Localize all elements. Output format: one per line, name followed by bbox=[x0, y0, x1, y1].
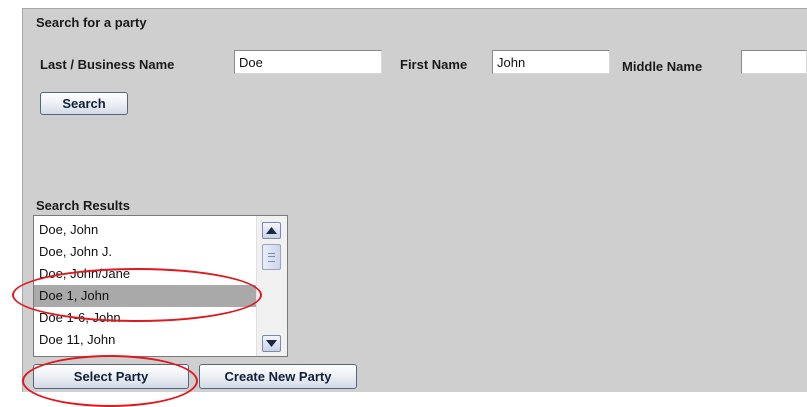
scroll-up-button[interactable] bbox=[262, 222, 281, 239]
result-item[interactable]: Doe 1-6, John bbox=[34, 307, 256, 329]
result-item[interactable]: Doe, John bbox=[34, 219, 256, 241]
search-results-listbox[interactable]: Doe, John Doe, John J. Doe, John/Jane Do… bbox=[33, 215, 288, 357]
result-item[interactable]: Doe, John J. bbox=[34, 241, 256, 263]
grip-icon bbox=[268, 252, 275, 262]
scroll-thumb[interactable] bbox=[262, 244, 281, 270]
middle-name-label: Middle Name bbox=[622, 59, 703, 74]
scroll-down-arrow-icon bbox=[266, 340, 277, 347]
search-button[interactable]: Search bbox=[40, 92, 128, 115]
last-name-input[interactable] bbox=[234, 50, 382, 74]
result-item[interactable]: Doe, John/Jane bbox=[34, 263, 256, 285]
search-section-title: Search for a party bbox=[36, 15, 147, 30]
create-new-party-button[interactable]: Create New Party bbox=[199, 364, 357, 389]
scroll-up-arrow-icon bbox=[266, 227, 277, 234]
result-item-selected[interactable]: Doe 1, John bbox=[34, 285, 256, 307]
search-results-title: Search Results bbox=[36, 198, 130, 213]
last-name-label: Last / Business Name bbox=[40, 57, 175, 72]
results-list: Doe, John Doe, John J. Doe, John/Jane Do… bbox=[34, 219, 256, 351]
select-party-button[interactable]: Select Party bbox=[33, 364, 189, 389]
scroll-down-button[interactable] bbox=[262, 335, 281, 352]
first-name-input[interactable] bbox=[492, 50, 610, 74]
results-scrollbar[interactable] bbox=[256, 216, 287, 356]
first-name-label: First Name bbox=[400, 57, 468, 72]
middle-name-input[interactable] bbox=[741, 50, 807, 74]
result-item[interactable]: Doe 11, John bbox=[34, 329, 256, 351]
